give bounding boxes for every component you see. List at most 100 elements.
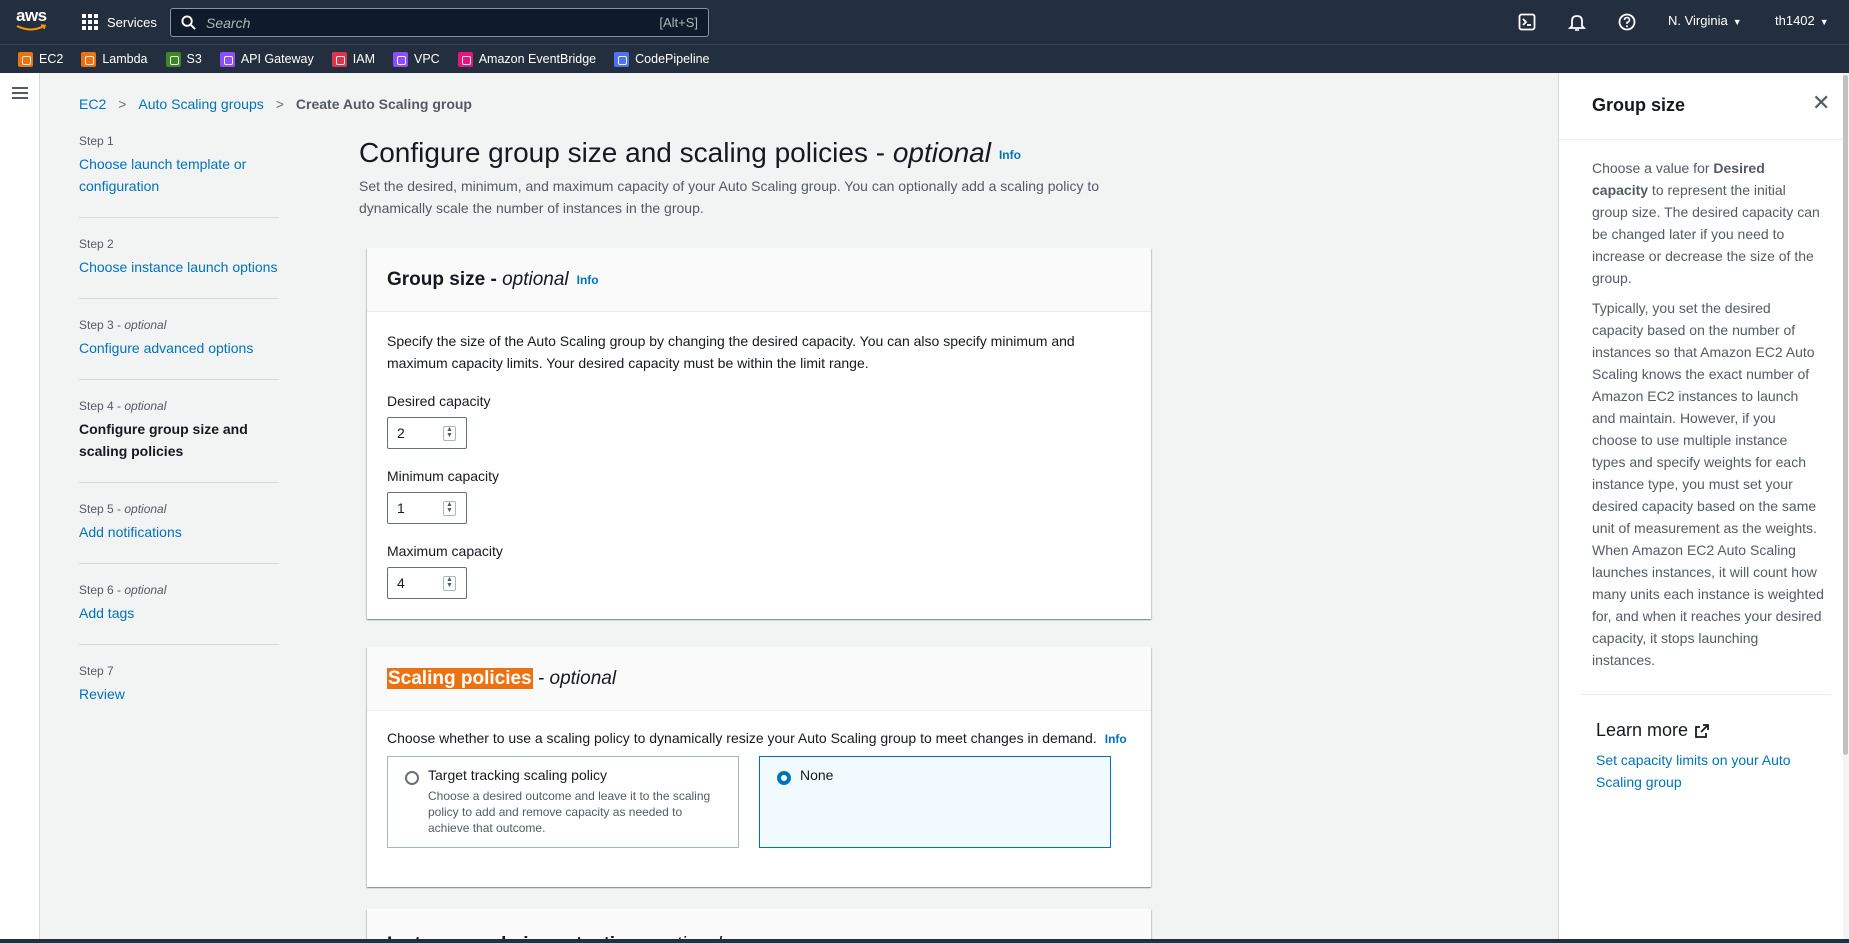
top-navigation: aws Services [Alt+S] N. Virginia ▼ th1402…	[0, 0, 1849, 44]
wizard-step-2: Step 2 Choose instance launch options	[79, 237, 279, 299]
favorite-ec2[interactable]: EC2	[18, 51, 64, 67]
region-selector[interactable]: N. Virginia ▼	[1668, 13, 1742, 28]
scaling-policies-header: Scaling policies - optional	[367, 647, 1151, 711]
step-link-advanced-options[interactable]: Configure advanced options	[79, 337, 279, 359]
close-icon[interactable]: ✕	[1812, 92, 1830, 114]
aws-logo-text: aws	[16, 6, 47, 25]
api-gateway-icon	[219, 51, 235, 67]
group-size-title: Group size - optional	[387, 268, 569, 290]
scaling-policies-info-link[interactable]: Info	[1105, 732, 1127, 746]
aws-logo[interactable]: aws	[16, 6, 50, 36]
option-title: Target tracking scaling policy	[428, 767, 607, 784]
option-title: None	[800, 767, 834, 784]
help-panel-body: Choose a value for Desired capacity to r…	[1592, 157, 1824, 679]
favorite-iam[interactable]: IAM	[331, 51, 375, 67]
step-label: Step 1	[79, 134, 114, 148]
target-tracking-option[interactable]: Target tracking scaling policy Choose a …	[387, 756, 739, 849]
maximum-capacity-input[interactable]	[397, 575, 437, 591]
account-menu[interactable]: th1402 ▼	[1775, 13, 1829, 28]
wizard-step-4: Step 4 - optional Configure group size a…	[79, 399, 279, 483]
group-size-panel: Group size - optional Info Specify the s…	[367, 248, 1151, 619]
favorite-lambda[interactable]: Lambda	[81, 51, 148, 67]
page-info-link[interactable]: Info	[999, 148, 1021, 162]
step-link-choose-launch-template[interactable]: Choose launch template or configuration	[79, 153, 279, 197]
scale-in-protection-panel: Instance scale-in protection - optional	[367, 909, 1151, 943]
services-label: Services	[107, 14, 157, 30]
radio-button-selected[interactable]	[777, 771, 791, 786]
group-size-description: Specify the size of the Auto Scaling gro…	[387, 333, 1075, 371]
wizard-step-5: Step 5 - optional Add notifications	[79, 502, 279, 564]
step-link-tags[interactable]: Add tags	[79, 602, 279, 624]
services-grid-icon	[82, 14, 98, 30]
help-panel-title: Group size	[1592, 95, 1686, 115]
page-description: Set the desired, minimum, and maximum ca…	[359, 178, 1100, 216]
account-label: th1402	[1775, 13, 1815, 28]
favorite-eventbridge[interactable]: Amazon EventBridge	[457, 51, 597, 67]
group-size-info-link[interactable]: Info	[577, 273, 599, 287]
minimum-capacity-stepper: ▲▼	[387, 492, 467, 524]
scrollbar-thumb[interactable]	[1843, 75, 1848, 755]
desired-capacity-label: Desired capacity	[387, 393, 491, 409]
step-link-review[interactable]: Review	[79, 683, 279, 705]
spinner-icon[interactable]: ▲ ▼	[443, 576, 456, 591]
breadcrumb-auto-scaling-groups[interactable]: Auto Scaling groups	[138, 96, 263, 112]
favorites-bar: EC2 Lambda S3 API Gateway IAM VPC Amazon…	[0, 44, 1849, 73]
favorite-vpc[interactable]: VPC	[393, 51, 440, 67]
help-paragraph: Choose a value for Desired capacity to r…	[1592, 160, 1820, 286]
side-navigation-strip	[0, 73, 40, 943]
search-shortcut-hint: [Alt+S]	[659, 15, 698, 30]
maximum-capacity-stepper: ▲▼	[387, 567, 467, 599]
favorite-label: IAM	[352, 52, 375, 66]
breadcrumb-current: Create Auto Scaling group	[295, 96, 472, 112]
favorite-codepipeline[interactable]: CodePipeline	[614, 51, 710, 67]
radio-button[interactable]	[405, 771, 419, 786]
step-label: Step 5 - optional	[79, 502, 167, 516]
capacity-limits-link[interactable]: Set capacity limits on your Auto Scaling…	[1596, 749, 1816, 793]
notifications-bell-icon[interactable]	[1567, 12, 1587, 32]
account-caret-icon: ▼	[1819, 17, 1829, 27]
services-menu-button[interactable]: Services	[82, 11, 157, 33]
desired-capacity-stepper: ▲▼	[387, 417, 467, 449]
scaling-policies-panel: Scaling policies - optional Choose wheth…	[367, 647, 1151, 887]
scaling-policies-description: Choose whether to use a scaling policy t…	[387, 730, 1127, 747]
search-input[interactable]	[206, 14, 660, 31]
wizard-step-3: Step 3 - optional Configure advanced opt…	[79, 318, 279, 380]
favorite-label: Amazon EventBridge	[478, 52, 597, 66]
menu-hamburger-icon[interactable]	[12, 87, 28, 100]
minimum-capacity-label: Minimum capacity	[387, 468, 500, 484]
favorite-s3[interactable]: S3	[165, 51, 202, 67]
bottom-edge	[0, 939, 1849, 943]
step-link-notifications[interactable]: Add notifications	[79, 521, 279, 543]
favorite-label: S3	[186, 52, 202, 66]
search-bar[interactable]: [Alt+S]	[170, 8, 709, 37]
wizard-step-6: Step 6 - optional Add tags	[79, 583, 279, 645]
favorite-label: API Gateway	[240, 52, 314, 66]
step-current-group-size: Configure group size and scaling policie…	[79, 421, 248, 459]
step-label: Step 4 - optional	[79, 399, 167, 413]
codepipeline-icon	[614, 51, 630, 67]
desired-capacity-input[interactable]	[397, 425, 437, 441]
region-caret-icon: ▼	[1732, 17, 1742, 27]
step-label: Step 2	[79, 237, 114, 251]
spinner-icon[interactable]: ▲ ▼	[443, 426, 456, 441]
favorite-api-gateway[interactable]: API Gateway	[219, 51, 314, 67]
breadcrumb-ec2[interactable]: EC2	[79, 96, 106, 112]
spinner-icon[interactable]: ▲ ▼	[443, 501, 456, 516]
wizard-step-7: Step 7 Review	[79, 664, 279, 725]
favorite-label: EC2	[39, 52, 64, 66]
minimum-capacity-input[interactable]	[397, 500, 437, 516]
help-icon[interactable]	[1617, 12, 1637, 32]
scaling-policy-radio-group: Target tracking scaling policy Choose a …	[387, 756, 1131, 849]
external-link-icon	[1695, 723, 1709, 738]
cloudshell-icon[interactable]	[1517, 12, 1537, 32]
chevron-right-icon: >	[118, 96, 127, 112]
scaling-policies-body: Choose whether to use a scaling policy t…	[367, 711, 1151, 868]
group-size-body: Specify the size of the Auto Scaling gro…	[367, 312, 1151, 619]
none-option[interactable]: None	[759, 756, 1111, 849]
favorite-label: Lambda	[102, 52, 148, 66]
step-link-instance-launch-options[interactable]: Choose instance launch options	[79, 256, 279, 278]
option-description: Choose a desired outcome and leave it to…	[428, 789, 711, 836]
iam-icon	[331, 51, 347, 67]
search-icon	[181, 15, 196, 30]
lambda-icon	[81, 51, 97, 67]
